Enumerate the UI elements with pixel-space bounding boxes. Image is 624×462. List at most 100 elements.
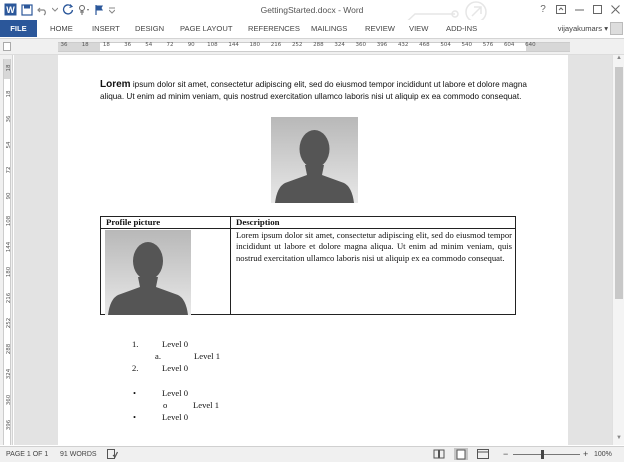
help-icon[interactable]: ?: [534, 0, 552, 18]
ribbon-display-options-icon[interactable]: [552, 0, 570, 18]
ruler-tick-label: 18: [6, 90, 12, 97]
ruler-tick-label: 360: [355, 42, 367, 48]
list-marker: a.: [155, 351, 161, 361]
table-description-cell[interactable]: Lorem ipsum dolor sit amet, consectetur …: [236, 230, 512, 264]
tab-design[interactable]: DESIGN: [135, 20, 164, 37]
tab-add-ins[interactable]: ADD-INS: [446, 20, 477, 37]
user-account[interactable]: vijayakumars ▾: [558, 20, 608, 37]
bullet-marker: •: [133, 412, 137, 422]
bullet-marker: •: [133, 388, 137, 398]
ruler-tick-label: 54: [145, 42, 153, 48]
status-bar: PAGE 1 OF 1 91 WORDS − + 100%: [0, 446, 624, 462]
list-item: 1. Level 0: [132, 339, 188, 349]
list-item: • Level 0: [133, 388, 188, 398]
ruler-tick-label: 54: [6, 141, 12, 148]
minimize-button[interactable]: [570, 0, 588, 18]
ruler-tick-label: 180: [6, 266, 12, 278]
table-header-divider: [101, 228, 515, 229]
intro-paragraph[interactable]: Lorem ipsum dolor sit amet, consectetur …: [100, 79, 540, 104]
tab-references[interactable]: REFERENCES: [248, 20, 300, 37]
list-item: • Level 0: [133, 412, 188, 422]
profile-picture[interactable]: [271, 117, 358, 203]
vertical-ruler-track: 18 18 36 54 72 90 108 144 180 216 252 288 324 360 396: [3, 59, 12, 445]
zoom-slider-thumb[interactable]: [541, 450, 544, 459]
ruler-tick-label: 90: [6, 192, 12, 199]
print-layout-icon[interactable]: [454, 448, 468, 462]
list-item: a. Level 1: [155, 351, 220, 361]
web-layout-icon[interactable]: [477, 449, 489, 461]
zoom-in-icon[interactable]: +: [583, 449, 588, 459]
page-count[interactable]: PAGE 1 OF 1: [6, 451, 48, 458]
list-item-text: Level 0: [162, 339, 189, 349]
ruler-tick-label: 18: [102, 42, 110, 48]
avatar[interactable]: [610, 22, 623, 35]
list-item-text: Level 0: [162, 363, 189, 373]
ruler-tick-label: 36: [124, 42, 132, 48]
tab-review[interactable]: REVIEW: [365, 20, 395, 37]
tab-page-layout[interactable]: PAGE LAYOUT: [180, 20, 232, 37]
ruler-tick-label: 180: [249, 42, 261, 48]
ruler-tick-label: 288: [313, 42, 324, 48]
zoom-slider[interactable]: [513, 454, 580, 455]
scroll-down-icon[interactable]: ▼: [613, 435, 624, 445]
vertical-scrollbar[interactable]: ▲ ▼: [612, 55, 624, 445]
tab-mailings[interactable]: MAILINGS: [311, 20, 347, 37]
ruler-tick-label: 36: [6, 115, 12, 123]
profile-table[interactable]: Profile picture Description Lorem ipsum …: [100, 216, 516, 315]
ruler-tick-label: 504: [440, 42, 451, 48]
ruler-tick-label: 288: [6, 343, 12, 354]
ruler-tick-label: 144: [6, 241, 12, 252]
bullet-marker: o: [163, 400, 168, 410]
read-mode-icon[interactable]: [433, 449, 445, 461]
zoom-out-icon[interactable]: −: [503, 449, 508, 459]
ruler-tick-label: 468: [419, 42, 430, 48]
ruler-tick-label: 216: [270, 42, 282, 48]
window-controls: ?: [534, 0, 624, 18]
table-header-description: Description: [236, 217, 280, 227]
ruler-tick-label: 18: [6, 64, 12, 72]
word-count[interactable]: 91 WORDS: [60, 451, 97, 458]
table-column-divider: [230, 217, 231, 314]
ruler-tick-label: 108: [6, 215, 12, 227]
intro-bold-word: Lorem: [100, 79, 131, 90]
list-item-text: Level 1: [194, 351, 221, 361]
ruler-tick-label: 604: [503, 42, 515, 48]
title-bar: W GettingStarted.docx - Word ?: [0, 0, 624, 37]
maximize-button[interactable]: [588, 0, 606, 18]
list-item-text: Level 1: [193, 400, 220, 410]
ruler-tick-label: 18: [81, 42, 89, 48]
vertical-ruler[interactable]: 18 18 36 54 72 90 108 144 180 216 252 288 324 360 396: [0, 55, 13, 445]
tab-view[interactable]: VIEW: [409, 20, 428, 37]
table-header-profile: Profile picture: [106, 217, 161, 227]
document-area[interactable]: Lorem ipsum dolor sit amet, consectetur …: [14, 55, 612, 445]
document-page[interactable]: Lorem ipsum dolor sit amet, consectetur …: [58, 55, 568, 445]
ribbon-tabs: FILE HOME INSERT DESIGN PAGE LAYOUT REFE…: [0, 20, 624, 37]
ruler-tick-label: 252: [6, 317, 12, 329]
ruler-tick-label: 396: [376, 42, 388, 48]
tab-selector[interactable]: [3, 42, 11, 51]
user-name: vijayakumars: [557, 24, 603, 33]
ruler-tick-label: 90: [187, 42, 195, 48]
tab-file[interactable]: FILE: [0, 20, 37, 37]
scrollbar-thumb[interactable]: [615, 67, 623, 299]
proofing-icon[interactable]: [107, 449, 119, 461]
horizontal-ruler[interactable]: 36 18 18 36 54 72 90 108 144 180 216 252 288 324 360 39…: [58, 42, 570, 52]
close-button[interactable]: [606, 0, 624, 18]
ruler-tick-label: 36: [60, 42, 68, 48]
ruler-tick-label: 540: [461, 42, 473, 48]
list-item: o Level 1: [163, 400, 219, 410]
ruler-tick-label: 360: [6, 394, 12, 405]
ruler-tick-label: 640: [525, 42, 536, 48]
table-profile-picture[interactable]: [105, 230, 191, 315]
ruler-tick-label: 108: [207, 42, 218, 48]
scroll-up-icon[interactable]: ▲: [613, 55, 624, 65]
list-marker: 2.: [132, 363, 139, 373]
ruler-tick-label: 576: [482, 42, 494, 48]
ruler-tick-label: 72: [6, 166, 12, 174]
window-title: GettingStarted.docx - Word: [260, 5, 364, 15]
tab-home[interactable]: HOME: [50, 20, 73, 37]
ruler-tick-label: 396: [6, 419, 12, 431]
zoom-level[interactable]: 100%: [594, 451, 612, 458]
horizontal-ruler-row: 36 18 18 36 54 72 90 108 144 180 216 252 288 324 360 39…: [0, 38, 624, 55]
tab-insert[interactable]: INSERT: [92, 20, 120, 37]
